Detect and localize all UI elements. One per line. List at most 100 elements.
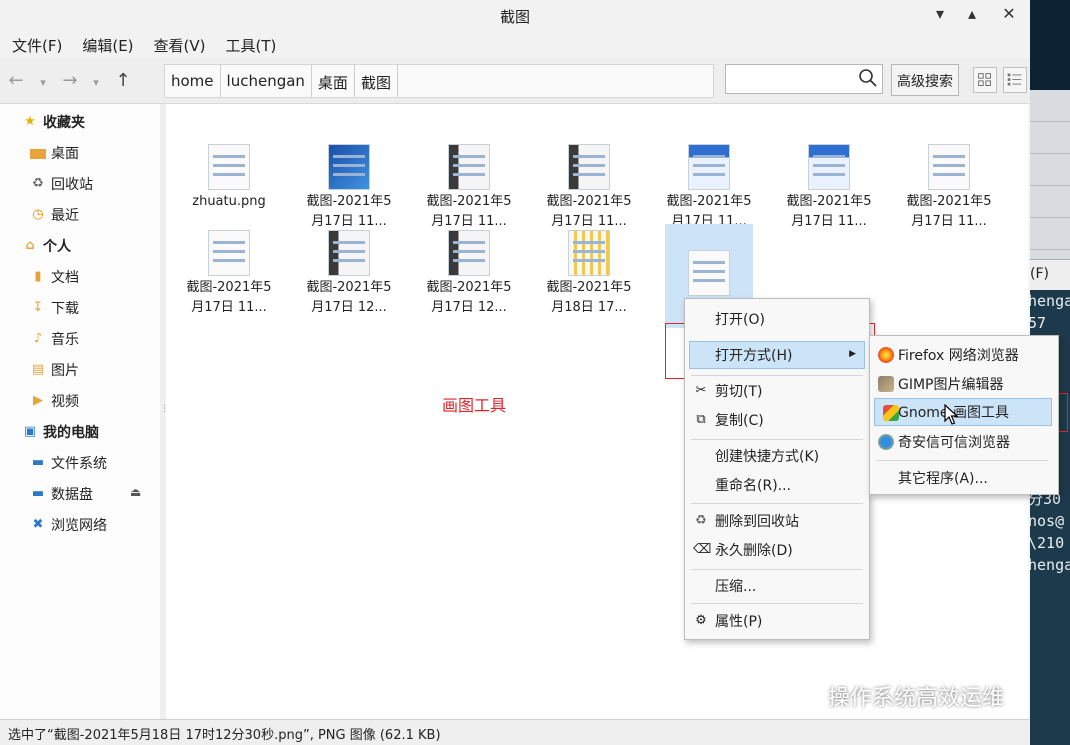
title-bar: 截图 ▾ ▴ ✕ <box>0 0 1030 32</box>
submenu-item-gimp[interactable]: GIMP图片编辑器 <box>870 370 1058 398</box>
breadcrumb-desktop[interactable]: 桌面 <box>312 65 355 97</box>
sidebar-item-documents[interactable]: ▮ 文档 <box>30 267 79 287</box>
gimp-icon <box>878 376 894 392</box>
submenu-item-label: Firefox 网络浏览器 <box>898 348 1019 364</box>
menu-item-create-shortcut[interactable]: 创建快捷方式(K) <box>685 442 869 470</box>
sidebar-item-pictures[interactable]: ▤ 图片 <box>30 360 79 380</box>
menu-item-label: 剪切(T) <box>715 384 763 400</box>
menu-item-open-with[interactable]: 打开方式(H) ▶ <box>689 341 865 369</box>
search-input[interactable] <box>725 64 883 94</box>
file-item[interactable]: 截图-2021年5 月17日 11... <box>305 140 393 229</box>
breadcrumb-screenshots[interactable]: 截图 <box>355 65 398 97</box>
sidebar-item-label: 回收站 <box>51 177 93 193</box>
maximize-icon[interactable]: ▴ <box>960 4 984 26</box>
menu-separator <box>691 569 863 570</box>
forward-history-icon[interactable]: ▾ <box>86 76 106 89</box>
submenu-arrow-icon: ▶ <box>849 349 856 359</box>
sidebar-item-music[interactable]: ♪ 音乐 <box>30 329 79 349</box>
menu-bar: 文件(F) 编辑(E) 查看(V) 工具(T) <box>0 32 1030 58</box>
sidebar-computer[interactable]: ▣ 我的电脑 <box>22 422 99 442</box>
file-name: 截图-2021年5 <box>426 194 512 209</box>
terminal-line: nos@ <box>1030 512 1065 530</box>
menu-item-compress[interactable]: 压缩... <box>685 572 869 600</box>
file-name: 截图-2021年5 <box>426 280 512 295</box>
video-icon: ▶ <box>33 393 43 408</box>
file-thumbnail <box>328 144 370 190</box>
file-thumbnail <box>688 144 730 190</box>
file-item[interactable]: 截图-2021年5 月17日 12... <box>425 226 513 330</box>
file-name-continued: 月17日 11... <box>191 300 267 315</box>
forward-arrow-icon[interactable]: → <box>60 70 80 91</box>
menu-view[interactable]: 查看(V) <box>148 32 212 58</box>
submenu-item-gnome-paint[interactable]: Gnome 画图工具 <box>874 398 1052 426</box>
terminal-line: \210 <box>1030 534 1065 552</box>
sidebar-item-label: 文档 <box>51 270 79 286</box>
file-item[interactable]: 截图-2021年5 月17日 11... <box>185 226 273 330</box>
menu-item-open[interactable]: 打开(O) <box>685 305 869 333</box>
menu-edit[interactable]: 编辑(E) <box>76 32 139 58</box>
star-icon: ★ <box>24 114 36 129</box>
sidebar-item-network[interactable]: ✖ 浏览网络 <box>30 515 107 535</box>
menu-item-rename[interactable]: 重命名(R)... <box>685 471 869 499</box>
menu-item-copy[interactable]: ⧉ 复制(C) <box>685 406 869 434</box>
trash-icon: ♻ <box>32 176 44 191</box>
sidebar-item-desktop[interactable]: 桌面 <box>30 143 79 163</box>
file-thumbnail <box>448 144 490 190</box>
sidebar-item-label: 视频 <box>51 394 79 410</box>
menu-item-move-to-trash[interactable]: ♻ 删除到回收站 <box>685 507 869 535</box>
menu-item-delete-permanently[interactable]: ⌫ 永久删除(D) <box>685 536 869 564</box>
firefox-icon <box>878 347 894 363</box>
breadcrumb-user[interactable]: luchengan <box>221 65 312 97</box>
sidebar-item-downloads[interactable]: ↧ 下载 <box>30 298 79 318</box>
sidebar-item-datadisk[interactable]: ▬ 数据盘 <box>30 484 93 504</box>
list-view-icon[interactable] <box>1003 67 1027 93</box>
network-icon: ✖ <box>32 517 44 532</box>
close-icon[interactable]: ✕ <box>994 4 1024 26</box>
menu-item-label: 重命名(R)... <box>715 478 792 494</box>
eject-icon[interactable]: ⏏ <box>130 485 141 499</box>
file-name: zhuatu.png <box>192 194 266 209</box>
file-item[interactable]: 截图-2021年5 月18日 17... <box>545 226 633 330</box>
sidebar-item-videos[interactable]: ▶ 视频 <box>30 391 79 411</box>
copy-icon: ⧉ <box>696 412 706 427</box>
file-name: 截图-2021年5 <box>666 194 752 209</box>
breadcrumb-home[interactable]: home <box>165 65 221 97</box>
grid-view-icon[interactable] <box>973 67 997 93</box>
file-name-continued: 月17日 11... <box>911 214 987 229</box>
sidebar-item-recent[interactable]: ◷ 最近 <box>30 205 79 225</box>
sidebar-personal[interactable]: ⌂ 个人 <box>22 236 71 256</box>
minimize-icon[interactable]: ▾ <box>928 4 952 26</box>
submenu-item-other-programs[interactable]: 其它程序(A)... <box>870 464 1058 492</box>
file-item[interactable]: zhuatu.png <box>185 140 273 226</box>
file-item[interactable]: 截图-2021年5 月17日 11... <box>665 140 753 229</box>
file-name: 截图-2021年5 <box>306 280 392 295</box>
submenu-item-qianxin-browser[interactable]: 奇安信可信浏览器 <box>870 428 1058 456</box>
terminal-line: 57 <box>1030 314 1047 332</box>
menu-separator <box>691 603 863 604</box>
picture-icon: ▤ <box>31 362 45 377</box>
advanced-search-button[interactable]: 高级搜索 <box>891 64 959 96</box>
sidebar: ★ 收藏夹 桌面 ♻ 回收站 ◷ 最近 ⌂ 个人 ▮ 文档 ↧ 下载 ♪ 音乐 ▤ 图片 ▶ 视频… <box>0 104 160 719</box>
file-item[interactable]: 截图-2021年5 月17日 11... <box>905 140 993 229</box>
file-item[interactable]: 截图-2021年5 月17日 11... <box>545 140 633 229</box>
drive-icon: ▬ <box>31 455 45 470</box>
back-arrow-icon[interactable]: ← <box>6 70 26 91</box>
back-history-icon[interactable]: ▾ <box>33 76 53 89</box>
file-item[interactable]: 截图-2021年5 月17日 11... <box>425 140 513 229</box>
sidebar-item-trash[interactable]: ♻ 回收站 <box>30 174 93 194</box>
file-thumbnail <box>568 144 610 190</box>
menu-tools[interactable]: 工具(T) <box>220 32 283 58</box>
menu-item-cut[interactable]: ✂ 剪切(T) <box>685 377 869 405</box>
search-icon[interactable] <box>858 68 878 88</box>
submenu-item-firefox[interactable]: Firefox 网络浏览器 <box>870 341 1058 369</box>
sidebar-item-filesystem[interactable]: ▬ 文件系统 <box>30 453 107 473</box>
watermark: 操作系统高效运维 <box>780 680 1004 712</box>
file-thumbnail <box>208 144 250 190</box>
file-item[interactable]: 截图-2021年5 月17日 11... <box>785 140 873 229</box>
sidebar-favorites[interactable]: ★ 收藏夹 <box>22 112 85 132</box>
up-arrow-icon[interactable]: ↑ <box>113 70 133 91</box>
menu-file[interactable]: 文件(F) <box>6 32 68 58</box>
menu-item-properties[interactable]: ⚙ 属性(P) <box>685 607 869 635</box>
file-item[interactable]: 截图-2021年5 月17日 12... <box>305 226 393 330</box>
music-icon: ♪ <box>33 331 43 346</box>
